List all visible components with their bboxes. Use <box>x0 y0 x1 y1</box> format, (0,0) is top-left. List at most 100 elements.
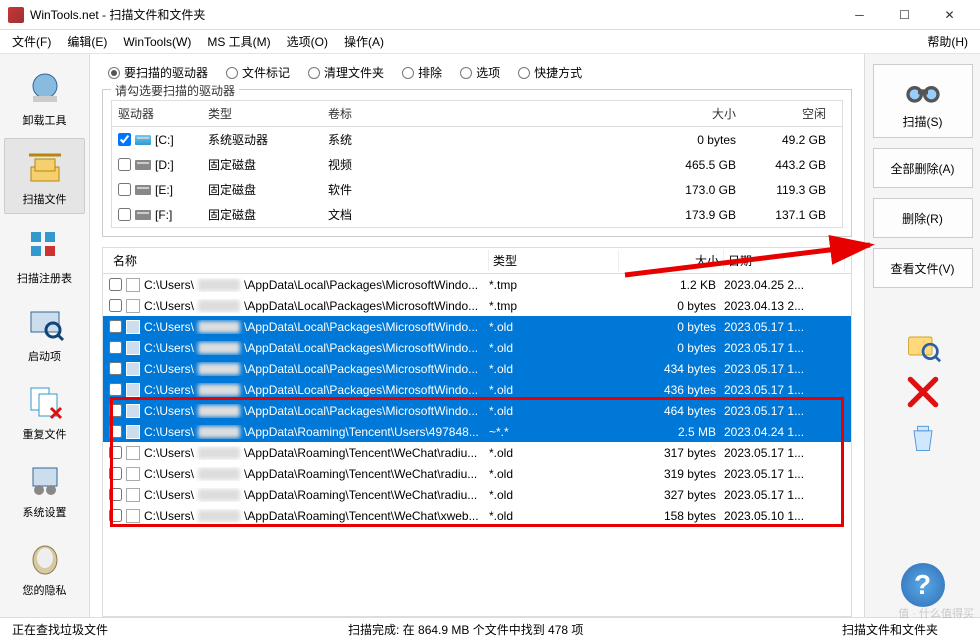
file-checkbox[interactable] <box>109 509 122 522</box>
status-right: 扫描文件和文件夹 <box>842 621 968 638</box>
menu-help[interactable]: 帮助(H) <box>919 31 976 52</box>
drive-checkbox[interactable] <box>118 183 131 196</box>
folder-search-icon[interactable] <box>905 328 941 364</box>
file-checkbox[interactable] <box>109 446 122 459</box>
view-file-button[interactable]: 查看文件(V) <box>873 248 973 288</box>
file-checkbox[interactable] <box>109 320 122 333</box>
drive-checkbox[interactable] <box>118 158 131 171</box>
redacted-text <box>198 510 240 522</box>
file-icon <box>126 488 140 502</box>
radio-icon <box>402 67 414 79</box>
tab-5[interactable]: 快捷方式 <box>518 64 582 81</box>
redacted-text <box>198 363 240 375</box>
menu-actions[interactable]: 操作(A) <box>336 31 392 52</box>
menu-edit[interactable]: 编辑(E) <box>59 31 115 52</box>
file-icon <box>126 299 140 313</box>
scan-button[interactable]: 扫描(S) <box>873 64 973 138</box>
sidebar-item-3[interactable]: 启动项 <box>4 296 85 370</box>
sidebar-item-1[interactable]: 扫描文件 <box>4 138 85 214</box>
file-row[interactable]: C:\Users\\AppData\Local\Packages\Microso… <box>103 400 851 421</box>
file-row[interactable]: C:\Users\\AppData\Local\Packages\Microso… <box>103 274 851 295</box>
drive-row[interactable]: [D:] 固定磁盘 视频 465.5 GB 443.2 GB <box>112 152 842 177</box>
tab-2[interactable]: 清理文件夹 <box>308 64 384 81</box>
file-row[interactable]: C:\Users\\AppData\Local\Packages\Microso… <box>103 316 851 337</box>
maximize-button[interactable]: ☐ <box>882 1 927 29</box>
sidebar-item-0[interactable]: 卸载工具 <box>4 60 85 134</box>
redacted-text <box>198 447 240 459</box>
redacted-text <box>198 300 240 312</box>
groupbox-legend: 请勾选要扫描的驱动器 <box>111 82 239 99</box>
delete-x-icon[interactable] <box>905 374 941 410</box>
menu-file[interactable]: 文件(F) <box>4 31 59 52</box>
app-icon <box>8 7 24 23</box>
redacted-text <box>198 489 240 501</box>
file-icon <box>126 467 140 481</box>
delete-all-button[interactable]: 全部删除(A) <box>873 148 973 188</box>
file-checkbox[interactable] <box>109 383 122 396</box>
menubar: 文件(F) 编辑(E) WinTools(W) MS 工具(M) 选项(O) 操… <box>0 30 980 54</box>
file-icon <box>126 278 140 292</box>
file-checkbox[interactable] <box>109 362 122 375</box>
file-row[interactable]: C:\Users\\AppData\Roaming\Tencent\WeChat… <box>103 463 851 484</box>
drive-row[interactable]: [C:] 系统驱动器 系统 0 bytes 49.2 GB <box>112 127 842 152</box>
delete-button[interactable]: 删除(R) <box>873 198 973 238</box>
file-checkbox[interactable] <box>109 278 122 291</box>
redacted-text <box>198 342 240 354</box>
statusbar: 正在查找垃圾文件 扫描完成: 在 864.9 MB 个文件中找到 478 项 扫… <box>0 617 980 641</box>
drive-icon <box>135 135 151 145</box>
file-checkbox[interactable] <box>109 488 122 501</box>
tab-4[interactable]: 选项 <box>460 64 500 81</box>
file-icon <box>126 341 140 355</box>
file-checkbox[interactable] <box>109 404 122 417</box>
redacted-text <box>198 384 240 396</box>
file-row[interactable]: C:\Users\\AppData\Local\Packages\Microso… <box>103 379 851 400</box>
file-row[interactable]: C:\Users\\AppData\Local\Packages\Microso… <box>103 295 851 316</box>
duplicates-icon <box>25 382 65 422</box>
status-left: 正在查找垃圾文件 <box>12 621 108 638</box>
recycle-bin-icon[interactable] <box>905 420 941 456</box>
file-row[interactable]: C:\Users\\AppData\Roaming\Tencent\WeChat… <box>103 505 851 526</box>
file-icon <box>126 320 140 334</box>
drive-checkbox[interactable] <box>118 208 131 221</box>
tab-0[interactable]: 要扫描的驱动器 <box>108 64 208 81</box>
file-icon <box>126 446 140 460</box>
file-icon <box>126 509 140 523</box>
sidebar-item-4[interactable]: 重复文件 <box>4 374 85 448</box>
sidebar-item-2[interactable]: 扫描注册表 <box>4 218 85 292</box>
file-checkbox[interactable] <box>109 299 122 312</box>
tab-strip: 要扫描的驱动器 文件标记 清理文件夹 排除 选项 快捷方式 <box>102 64 852 81</box>
file-checkbox[interactable] <box>109 467 122 480</box>
drive-checkbox[interactable] <box>118 133 131 146</box>
file-row[interactable]: C:\Users\\AppData\Roaming\Tencent\WeChat… <box>103 484 851 505</box>
radio-icon <box>108 67 120 79</box>
drive-icon <box>135 185 151 195</box>
help-icon[interactable]: ? <box>901 563 945 607</box>
file-row[interactable]: C:\Users\\AppData\Roaming\Tencent\Users\… <box>103 421 851 442</box>
menu-mstools[interactable]: MS 工具(M) <box>199 31 278 52</box>
drive-row[interactable]: [E:] 固定磁盘 软件 173.0 GB 119.3 GB <box>112 177 842 202</box>
file-row[interactable]: C:\Users\\AppData\Roaming\Tencent\WeChat… <box>103 442 851 463</box>
drives-table: 驱动器 类型 卷标 大小 空闲 [C:] 系统驱动器 系统 0 bytes 49… <box>111 100 843 228</box>
sidebar-item-6[interactable]: 您的隐私 <box>4 530 85 604</box>
action-panel: 扫描(S) 全部删除(A) 删除(R) 查看文件(V) ? <box>864 54 980 617</box>
redacted-text <box>198 321 240 333</box>
menu-wintools[interactable]: WinTools(W) <box>115 33 199 51</box>
file-checkbox[interactable] <box>109 425 122 438</box>
binoculars-icon <box>903 73 943 109</box>
file-list-header: 名称 类型 大小 日期 <box>103 248 851 274</box>
close-button[interactable]: ✕ <box>927 1 972 29</box>
sidebar-item-5[interactable]: 系统设置 <box>4 452 85 526</box>
tab-1[interactable]: 文件标记 <box>226 64 290 81</box>
tab-3[interactable]: 排除 <box>402 64 442 81</box>
file-icon <box>126 383 140 397</box>
file-row[interactable]: C:\Users\\AppData\Local\Packages\Microso… <box>103 358 851 379</box>
scan-registry-icon <box>25 226 65 266</box>
menu-options[interactable]: 选项(O) <box>279 31 336 52</box>
minimize-button[interactable]: ─ <box>837 1 882 29</box>
redacted-text <box>198 426 240 438</box>
redacted-text <box>198 279 240 291</box>
file-row[interactable]: C:\Users\\AppData\Local\Packages\Microso… <box>103 337 851 358</box>
file-checkbox[interactable] <box>109 341 122 354</box>
titlebar: WinTools.net - 扫描文件和文件夹 ─ ☐ ✕ <box>0 0 980 30</box>
drive-row[interactable]: [F:] 固定磁盘 文档 173.9 GB 137.1 GB <box>112 202 842 227</box>
